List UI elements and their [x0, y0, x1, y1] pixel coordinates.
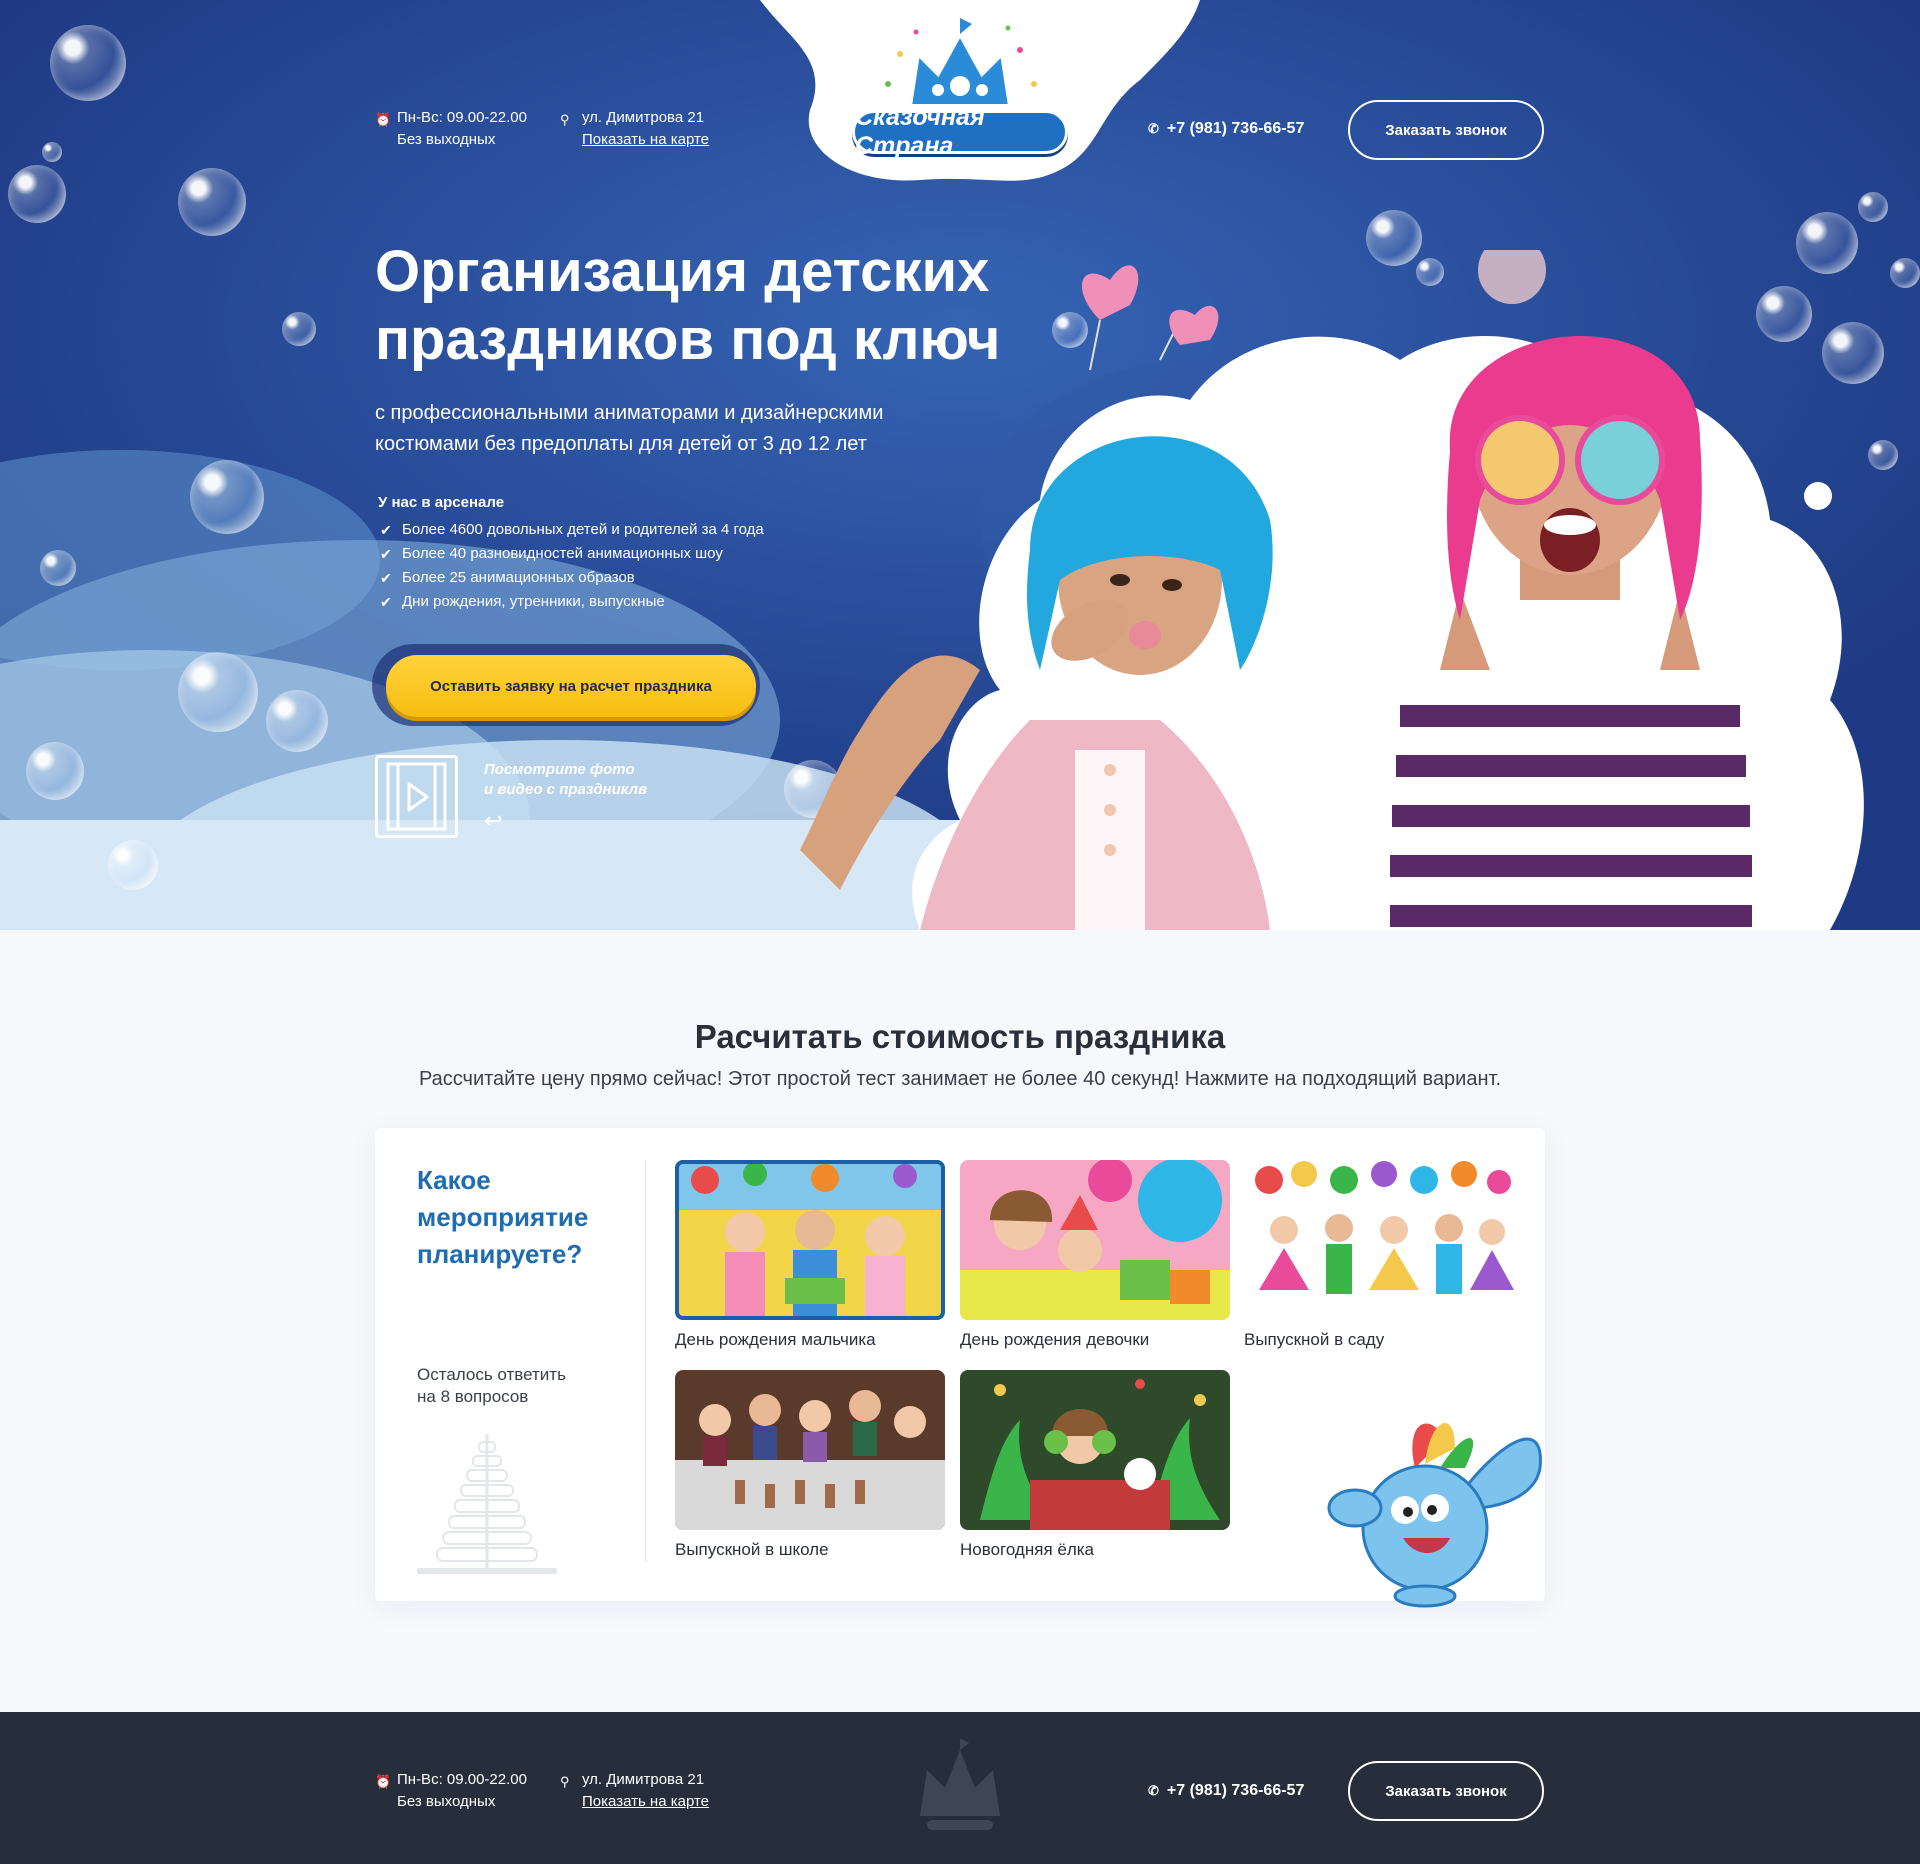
film-play-icon	[386, 762, 447, 831]
hours-note: Без выходных	[397, 131, 496, 148]
footer-phone-text: +7 (981) 736-66-57	[1166, 1782, 1305, 1799]
footer: ⏰ Пн-Вс: 09.00-22.00 Без выходных ⚲ ул. …	[0, 1712, 1920, 1864]
arsenal-item: ✔ Более 25 анимационных образов	[378, 566, 764, 590]
logo-text: Сказочная Страна	[852, 103, 1068, 160]
hero-title-line2: праздников под ключ	[375, 307, 1001, 372]
option-girl-birthday[interactable]: День рождения девочки	[960, 1160, 1230, 1350]
arsenal-item: ✔ Дни рождения, утренники, выпускные	[378, 590, 764, 614]
arsenal-item-text: Более 25 анимационных образов	[402, 569, 635, 586]
footer-phone-number[interactable]: ✆ +7 (981) 736-66-57	[1148, 1782, 1304, 1800]
option-kindergarten-graduation[interactable]: Выпускной в саду	[1244, 1160, 1514, 1350]
clock-icon: ⏰	[375, 1774, 392, 1789]
video-caption[interactable]: Посмотрите фото и видео с праздниклв	[484, 760, 647, 800]
option-image	[675, 1370, 945, 1530]
footer-address-block: ⚲ ул. Димитрова 21 Показать на карте	[560, 1769, 709, 1813]
quiz-question: Какое мероприятие планируете?	[417, 1165, 589, 1269]
option-boy-birthday[interactable]: День рождения мальчика	[675, 1160, 945, 1350]
footer-order-call-button[interactable]: Заказать звонок	[1348, 1761, 1544, 1821]
video-caption-line2: и видео с праздниклв	[484, 781, 648, 798]
video-caption-line1: Посмотрите фото	[484, 761, 635, 778]
remaining-line1: Осталось ответить	[417, 1365, 566, 1384]
check-icon: ✔	[380, 546, 392, 562]
phone-icon: ✆	[1148, 121, 1159, 136]
arsenal-item-text: Более 40 разновидностей анимационных шоу	[402, 545, 723, 562]
hero-title: Организация детских праздников под ключ	[375, 238, 1075, 374]
option-school-graduation[interactable]: Выпускной в школе	[675, 1370, 945, 1560]
footer-hours-note: Без выходных	[397, 1793, 496, 1810]
bunny-mascot-icon	[1327, 1423, 1542, 1608]
progress-pyramid-icon	[417, 1434, 557, 1574]
show-on-map-link[interactable]: Показать на карте	[582, 129, 709, 151]
address-text: ул. Димитрова 21	[582, 109, 705, 126]
location-pin-icon: ⚲	[560, 112, 570, 127]
hero-subtitle: с профессиональными аниматорами и дизайн…	[375, 402, 884, 455]
check-icon: ✔	[380, 522, 392, 538]
arsenal-item-text: Более 4600 довольных детей и родителей з…	[402, 521, 764, 538]
bubble-decoration	[1858, 192, 1888, 222]
footer-hours-text: Пн-Вс: 09.00-22.00	[397, 1771, 527, 1788]
footer-crown-logo-icon[interactable]	[905, 1736, 1015, 1836]
option-label: Новогодняя ёлка	[960, 1540, 1095, 1559]
bubble-decoration	[26, 742, 84, 800]
option-label: Выпускной в школе	[675, 1540, 829, 1559]
location-pin-icon: ⚲	[560, 1774, 570, 1789]
questions-remaining: Осталось ответить на 8 вопросов	[417, 1364, 617, 1408]
hours-text: Пн-Вс: 09.00-22.00	[397, 109, 527, 126]
working-hours: ⏰ Пн-Вс: 09.00-22.00 Без выходных	[375, 107, 527, 151]
phone-number[interactable]: ✆ +7 (981) 736-66-57	[1148, 120, 1304, 138]
hero-section: ⏰ Пн-Вс: 09.00-22.00 Без выходных ⚲ ул. …	[0, 0, 1920, 930]
bubble-decoration	[282, 312, 316, 346]
check-icon: ✔	[380, 570, 392, 586]
phone-text: +7 (981) 736-66-57	[1166, 120, 1305, 137]
arsenal-title: У нас в арсенале	[378, 494, 505, 511]
logo[interactable]: Сказочная Страна	[840, 14, 1080, 164]
request-calculation-button[interactable]: Оставить заявку на расчет праздника	[386, 655, 756, 717]
curved-arrow-icon: ↩	[484, 808, 503, 833]
quiz-divider	[645, 1160, 646, 1562]
footer-address-text: ул. Димитрова 21	[582, 1771, 705, 1788]
calc-section-subtitle: Рассчитайте цену прямо сейчас! Этот прос…	[418, 1068, 1502, 1090]
video-play-button[interactable]	[375, 755, 458, 838]
check-icon: ✔	[380, 594, 392, 610]
arsenal-list: ✔ Более 4600 довольных детей и родителей …	[378, 518, 764, 614]
bubble-decoration	[178, 652, 258, 732]
hero-title-line1: Организация детских	[375, 239, 990, 304]
option-label: Выпускной в саду	[1244, 1330, 1385, 1349]
phone-icon: ✆	[1148, 1783, 1159, 1798]
option-image	[960, 1370, 1230, 1530]
option-label: День рождения мальчика	[675, 1330, 876, 1349]
arsenal-item: ✔ Более 40 разновидностей анимационных шо…	[378, 542, 764, 566]
footer-show-on-map-link[interactable]: Показать на карте	[582, 1791, 709, 1813]
footer-working-hours: ⏰ Пн-Вс: 09.00-22.00 Без выходных	[375, 1769, 527, 1813]
order-call-button[interactable]: Заказать звонок	[1348, 100, 1544, 160]
header: ⏰ Пн-Вс: 09.00-22.00 Без выходных ⚲ ул. …	[0, 0, 1920, 190]
arsenal-item: ✔ Более 4600 довольных детей и родителей …	[378, 518, 764, 542]
arsenal-item-text: Дни рождения, утренники, выпускные	[402, 593, 665, 610]
bubble-decoration	[190, 460, 264, 534]
quiz-card: Какое мероприятие планируете? Осталось о…	[375, 1128, 1545, 1608]
remaining-line2: на 8 вопросов	[417, 1387, 529, 1406]
bubble-decoration	[40, 550, 76, 586]
clock-icon: ⏰	[375, 112, 392, 127]
bubble-decoration	[266, 690, 328, 752]
option-image	[960, 1160, 1230, 1320]
bubble-decoration	[108, 840, 158, 890]
option-image	[1244, 1160, 1514, 1320]
option-image	[675, 1160, 945, 1320]
calc-section-title: Расчитать стоимость праздника	[694, 1018, 1226, 1055]
option-label: День рождения девочки	[960, 1330, 1150, 1349]
option-new-year-tree[interactable]: Новогодняя ёлка	[960, 1370, 1230, 1560]
address-block: ⚲ ул. Димитрова 21 Показать на карте	[560, 107, 709, 151]
